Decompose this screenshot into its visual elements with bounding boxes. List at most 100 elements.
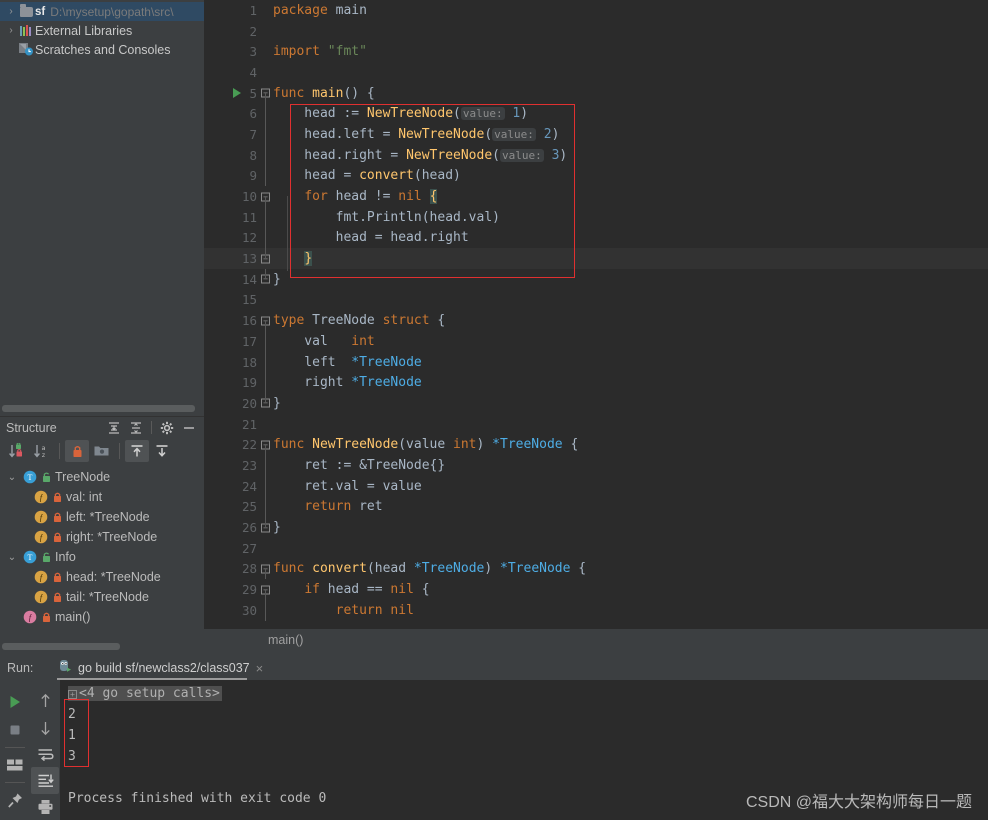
line-gutter[interactable]: 14	[204, 272, 260, 287]
console-setup-line[interactable]: + <4 go setup calls>	[60, 683, 988, 704]
fold-column[interactable]	[260, 62, 272, 83]
line-gutter[interactable]: 22	[204, 437, 260, 452]
down-arrow-icon[interactable]	[31, 714, 59, 740]
line-gutter[interactable]: 18	[204, 355, 260, 370]
line-gutter[interactable]: 26	[204, 520, 260, 535]
code-text[interactable]: type TreeNode struct {	[272, 313, 445, 328]
code-line[interactable]: 8 head.right = NewTreeNode(value: 3)	[204, 144, 988, 166]
code-line[interactable]: 5−func main() {	[204, 83, 988, 104]
structure-item-right[interactable]: f right: *TreeNode	[0, 527, 204, 547]
code-text[interactable]: if head == nil {	[272, 582, 429, 597]
chevron-down-icon[interactable]: ⌄	[4, 472, 20, 483]
fold-column[interactable]	[260, 372, 272, 394]
code-line[interactable]: 4	[204, 62, 988, 83]
show-non-public-icon[interactable]	[65, 440, 89, 462]
line-gutter[interactable]: 5	[204, 86, 260, 101]
fold-column[interactable]: −	[260, 310, 272, 331]
chevron-right-icon[interactable]: ›	[4, 25, 18, 36]
line-gutter[interactable]: 24	[204, 479, 260, 494]
line-gutter[interactable]: 27	[204, 541, 260, 556]
code-line[interactable]: 29− if head == nil {	[204, 579, 988, 600]
sort-by-visibility-icon[interactable]	[5, 440, 29, 462]
code-text[interactable]: return nil	[272, 603, 414, 618]
fold-column[interactable]: −	[260, 517, 272, 538]
code-lines-container[interactable]: 1package main2 3import "fmt"4 5−func mai…	[204, 0, 988, 621]
fold-column[interactable]	[260, 124, 272, 145]
fold-column[interactable]: −	[260, 268, 272, 290]
expand-icon[interactable]: +	[68, 690, 77, 699]
code-line[interactable]: 23 ret := &TreeNode{}	[204, 455, 988, 476]
line-gutter[interactable]: 25	[204, 499, 260, 514]
code-line[interactable]: 2	[204, 21, 988, 42]
code-text[interactable]: func NewTreeNode(value int) *TreeNode {	[272, 437, 578, 452]
tree-item-scratches-and-consoles[interactable]: Scratches and Consoles	[0, 40, 204, 59]
code-line[interactable]: 21	[204, 414, 988, 435]
line-gutter[interactable]: 15	[204, 292, 260, 307]
fold-column[interactable]	[260, 414, 272, 435]
structure-item-main[interactable]: f main()	[0, 607, 204, 627]
code-line[interactable]: 22−func NewTreeNode(value int) *TreeNode…	[204, 434, 988, 456]
code-text[interactable]: }	[272, 520, 281, 535]
run-gutter-icon[interactable]	[233, 88, 241, 99]
structure-horizontal-scrollbar[interactable]	[2, 643, 120, 650]
fold-column[interactable]	[260, 165, 272, 187]
fold-column[interactable]: −	[260, 248, 272, 269]
code-text[interactable]: ret.val = value	[272, 479, 421, 494]
code-line[interactable]: 26−}	[204, 517, 988, 538]
soft-wrap-icon[interactable]	[31, 741, 59, 767]
line-gutter[interactable]: 2	[204, 24, 260, 39]
scroll-from-source-icon[interactable]	[125, 440, 149, 462]
line-gutter[interactable]: 30	[204, 603, 260, 618]
project-tree[interactable]: › sf D:\mysetup\gopath\src\ › External L…	[0, 0, 204, 416]
code-line[interactable]: 17 val int	[204, 331, 988, 352]
line-gutter[interactable]: 9	[204, 168, 260, 183]
fold-column[interactable]	[260, 103, 272, 125]
code-text[interactable]: fmt.Println(head.val)	[272, 210, 500, 225]
hide-panel-icon[interactable]	[178, 418, 200, 438]
fold-column[interactable]	[260, 0, 272, 21]
fold-column[interactable]	[260, 475, 272, 497]
fold-column[interactable]: −	[260, 579, 272, 600]
fold-column[interactable]	[260, 21, 272, 42]
fold-column[interactable]: −	[260, 83, 272, 104]
structure-item-treenode[interactable]: ⌄ T TreeNode	[0, 467, 204, 487]
code-text[interactable]: func main() {	[272, 86, 375, 101]
code-line[interactable]: 20−}	[204, 393, 988, 414]
code-text[interactable]: left *TreeNode	[272, 355, 421, 370]
code-line[interactable]: 25 return ret	[204, 496, 988, 518]
group-by-file-icon[interactable]	[90, 440, 114, 462]
line-gutter[interactable]: 17	[204, 334, 260, 349]
scroll-to-end-icon[interactable]	[31, 767, 59, 794]
fold-column[interactable]	[260, 351, 272, 373]
line-gutter[interactable]: 19	[204, 375, 260, 390]
collapse-all-icon[interactable]	[125, 418, 147, 438]
code-text[interactable]: }	[272, 251, 313, 267]
fold-column[interactable]: −	[260, 186, 272, 207]
line-gutter[interactable]: 20	[204, 396, 260, 411]
line-gutter[interactable]: 10	[204, 189, 260, 204]
line-gutter[interactable]: 4	[204, 65, 260, 80]
tree-item-project-root[interactable]: › sf D:\mysetup\gopath\src\	[0, 2, 204, 21]
line-gutter[interactable]: 1	[204, 3, 260, 18]
structure-item-head[interactable]: f head: *TreeNode	[0, 567, 204, 587]
line-gutter[interactable]: 12	[204, 230, 260, 245]
code-line[interactable]: 24 ret.val = value	[204, 475, 988, 497]
line-gutter[interactable]: 29	[204, 582, 260, 597]
expand-all-icon[interactable]	[103, 418, 125, 438]
pin-icon[interactable]	[1, 786, 29, 814]
code-line[interactable]: 1 package main	[204, 0, 988, 21]
code-text[interactable]	[272, 65, 281, 80]
code-text[interactable]	[272, 417, 281, 432]
line-gutter[interactable]: 13	[204, 251, 260, 266]
code-line[interactable]: 15	[204, 290, 988, 311]
structure-item-tail[interactable]: f tail: *TreeNode	[0, 587, 204, 607]
code-text[interactable]: val int	[272, 334, 374, 349]
code-text[interactable]	[272, 24, 281, 39]
line-gutter[interactable]: 23	[204, 458, 260, 473]
code-text[interactable]: head.left = NewTreeNode(value: 2)	[272, 127, 559, 142]
code-line[interactable]: 9 head = convert(head)	[204, 165, 988, 187]
code-line[interactable]: 16−type TreeNode struct {	[204, 310, 988, 331]
code-text[interactable]	[272, 541, 281, 556]
close-icon[interactable]: ×	[256, 662, 264, 675]
code-line[interactable]: 19 right *TreeNode	[204, 372, 988, 394]
